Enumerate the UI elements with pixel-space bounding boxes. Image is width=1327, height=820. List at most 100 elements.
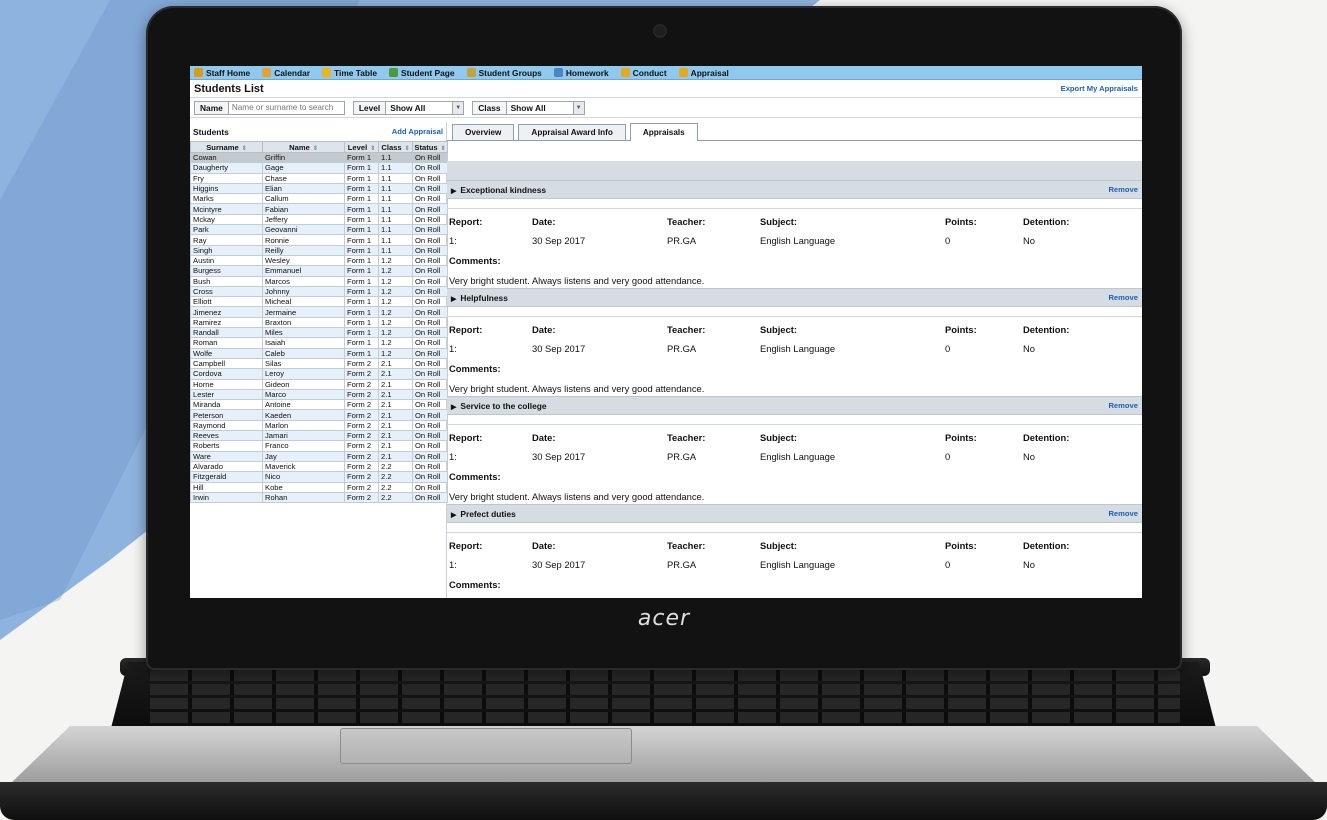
table-cell: Micheal (262, 296, 345, 308)
table-row[interactable]: Park Geovanni Form 1 1.1 On Roll (190, 224, 448, 236)
table-row[interactable]: Ware Jay Form 2 2.1 On Roll (190, 450, 448, 462)
remove-appraisal-button[interactable]: Remove (1108, 401, 1138, 410)
table-row[interactable]: Austin Wesley Form 1 1.2 On Roll (190, 254, 448, 267)
remove-appraisal-button[interactable]: Remove (1108, 293, 1138, 302)
level-filter[interactable]: Level Show All ▼ (352, 100, 465, 115)
table-row[interactable]: Randall Miles Form 1 1.2 On Roll (190, 327, 448, 339)
sort-icon[interactable]: ⇕ (405, 146, 410, 152)
table-row[interactable]: Mcintyre Fabian Form 1 1.1 On Roll (190, 203, 448, 215)
table-cell: Antoine (262, 399, 345, 411)
nav-item-appraisal[interactable]: Appraisal (678, 68, 729, 78)
table-row[interactable]: Miranda Antoine Form 2 2.1 On Roll (190, 399, 448, 411)
tab-appraisals[interactable]: Appraisals (629, 123, 698, 141)
appraisal-title[interactable]: ▶ Exceptional kindness (451, 185, 546, 195)
nav-item-conduct[interactable]: Conduct (620, 68, 667, 78)
table-cell: Elliott (190, 296, 263, 308)
appraisal-divider (447, 199, 1142, 209)
brand-logo: acer (637, 606, 691, 631)
table-row[interactable]: Cordova Leroy Form 2 2.1 On Roll (190, 368, 448, 380)
table-cell: 2.2 (378, 491, 413, 504)
nav-item-student-page[interactable]: Student Page (389, 68, 455, 78)
expand-triangle-icon[interactable]: ▶ (451, 188, 456, 195)
tab-overview[interactable]: Overview (452, 124, 515, 140)
table-row[interactable]: Cross Johnny Form 1 1.2 On Roll (190, 285, 448, 298)
table-row[interactable]: Fitzgerald Nico Form 2 2.2 On Roll (190, 471, 448, 483)
table-row[interactable]: Ramirez Braxton Form 1 1.2 On Roll (190, 316, 448, 329)
class-select[interactable]: Show All (507, 102, 573, 114)
nav-item-time-table[interactable]: Time Table (322, 68, 377, 78)
column-header-status[interactable]: Status ⇕ (412, 141, 448, 153)
appraisal-title-label: Service to the college (460, 400, 547, 411)
column-header-surname[interactable]: Surname ⇕ (190, 141, 263, 153)
table-row[interactable]: Marks Callum Form 1 1.1 On Roll (190, 193, 448, 205)
table-row[interactable]: Burgess Emmanuel Form 1 1.2 On Roll (190, 265, 448, 277)
add-appraisal-link[interactable]: Add Appraisal (392, 127, 443, 136)
table-cell: Ronnie (262, 234, 345, 246)
table-cell: Cowan (190, 151, 263, 164)
column-header-class[interactable]: Class ⇕ (378, 141, 413, 153)
tab-appraisal-award-info[interactable]: Appraisal Award Info (518, 124, 626, 140)
table-cell: On Roll (412, 296, 448, 308)
nav-item-student-groups[interactable]: Student Groups (466, 68, 542, 78)
class-dropdown-icon[interactable]: ▼ (572, 101, 584, 114)
table-row[interactable]: Hill Kobe Form 2 2.2 On Roll (190, 481, 448, 493)
class-filter[interactable]: Class Show All ▼ (472, 100, 585, 115)
table-row[interactable]: Lester Marco Form 2 2.1 On Roll (190, 388, 448, 401)
top-nav: Staff Home Calendar Time Table Student Page… (190, 66, 1142, 80)
appraisal-title[interactable]: ▶ Prefect duties (451, 509, 516, 519)
table-cell: Form 1 (344, 347, 379, 359)
expand-triangle-icon[interactable]: ▶ (451, 404, 456, 411)
nav-item-staff-home[interactable]: Staff Home (194, 68, 250, 78)
remove-appraisal-button[interactable]: Remove (1108, 185, 1138, 194)
table-row[interactable]: Peterson Kaeden Form 2 2.1 On Roll (190, 409, 448, 421)
remove-appraisal-button[interactable]: Remove (1108, 509, 1138, 518)
column-header-level[interactable]: Level ⇕ (344, 141, 379, 153)
column-header-label: Surname (206, 142, 239, 152)
export-appraisals-link[interactable]: Export My Appraisals (1061, 84, 1138, 93)
level-dropdown-icon[interactable]: ▼ (452, 101, 464, 114)
table-row[interactable]: Reeves Jamari Form 2 2.1 On Roll (190, 430, 448, 442)
sort-icon[interactable]: ⇕ (370, 146, 375, 152)
sort-icon[interactable]: ⇕ (313, 146, 318, 152)
table-row[interactable]: Alvarado Maverick Form 2 2.2 On Roll (190, 460, 448, 473)
table-cell: Form 1 (344, 151, 379, 164)
sort-icon[interactable]: ⇕ (441, 146, 446, 152)
table-cell: Form 2 (344, 491, 379, 504)
comment-text: Very bright student. Always listens and … (449, 275, 705, 286)
table-row[interactable]: Bush Marcos Form 1 1.2 On Roll (190, 275, 448, 287)
table-row[interactable]: Campbell Silas Form 2 2.1 On Roll (190, 357, 448, 370)
table-cell: Alvarado (190, 460, 263, 473)
table-row[interactable]: Elliott Micheal Form 1 1.2 On Roll (190, 296, 448, 308)
sort-icon[interactable]: ⇕ (242, 146, 247, 152)
appraisal-title[interactable]: ▶ Service to the college (451, 401, 547, 411)
nav-item-homework[interactable]: Homework (553, 68, 609, 78)
table-row[interactable]: Irwin Rohan Form 2 2.2 On Roll (190, 491, 448, 504)
home-icon (194, 68, 203, 77)
timetable-icon (322, 68, 332, 77)
table-row[interactable]: Horne Gideon Form 2 2.1 On Roll (190, 378, 448, 390)
table-row[interactable]: Singh Reilly Form 1 1.1 On Roll (190, 244, 448, 256)
nav-item-calendar[interactable]: Calendar (262, 68, 310, 78)
table-cell: Ware (190, 450, 263, 462)
table-row[interactable]: Ray Ronnie Form 1 1.1 On Roll (190, 234, 448, 246)
table-row[interactable]: Mckay Jeffery Form 1 1.1 On Roll (190, 213, 448, 226)
column-header-name[interactable]: Name ⇕ (262, 141, 345, 153)
table-row[interactable]: Roman Isaiah Form 1 1.2 On Roll (190, 337, 448, 349)
table-cell: Kobe (262, 481, 345, 493)
table-row[interactable]: Raymond Marlon Form 2 2.1 On Roll (190, 419, 448, 432)
table-row[interactable]: Cowan Griffin Form 1 1.1 On Roll (190, 151, 448, 164)
report-label: Report: (449, 216, 483, 227)
points-value: 0 (945, 235, 951, 246)
table-cell: On Roll (412, 203, 448, 215)
table-row[interactable]: Jimenez Jermaine Form 1 1.2 On Roll (190, 306, 448, 318)
name-search-input[interactable] (228, 101, 344, 114)
table-row[interactable]: Daugherty Gage Form 1 1.1 On Roll (190, 162, 448, 174)
appraisal-title[interactable]: ▶ Helpfulness (451, 293, 508, 303)
expand-triangle-icon[interactable]: ▶ (451, 512, 456, 519)
level-select[interactable]: Show All (386, 102, 452, 114)
table-row[interactable]: Roberts Franco Form 2 2.1 On Roll (190, 440, 448, 452)
expand-triangle-icon[interactable]: ▶ (451, 296, 456, 303)
table-row[interactable]: Wolfe Caleb Form 1 1.2 On Roll (190, 347, 448, 359)
table-row[interactable]: Higgins Elian Form 1 1.1 On Roll (190, 182, 448, 195)
table-row[interactable]: Fry Chase Form 1 1.1 On Roll (190, 172, 448, 184)
